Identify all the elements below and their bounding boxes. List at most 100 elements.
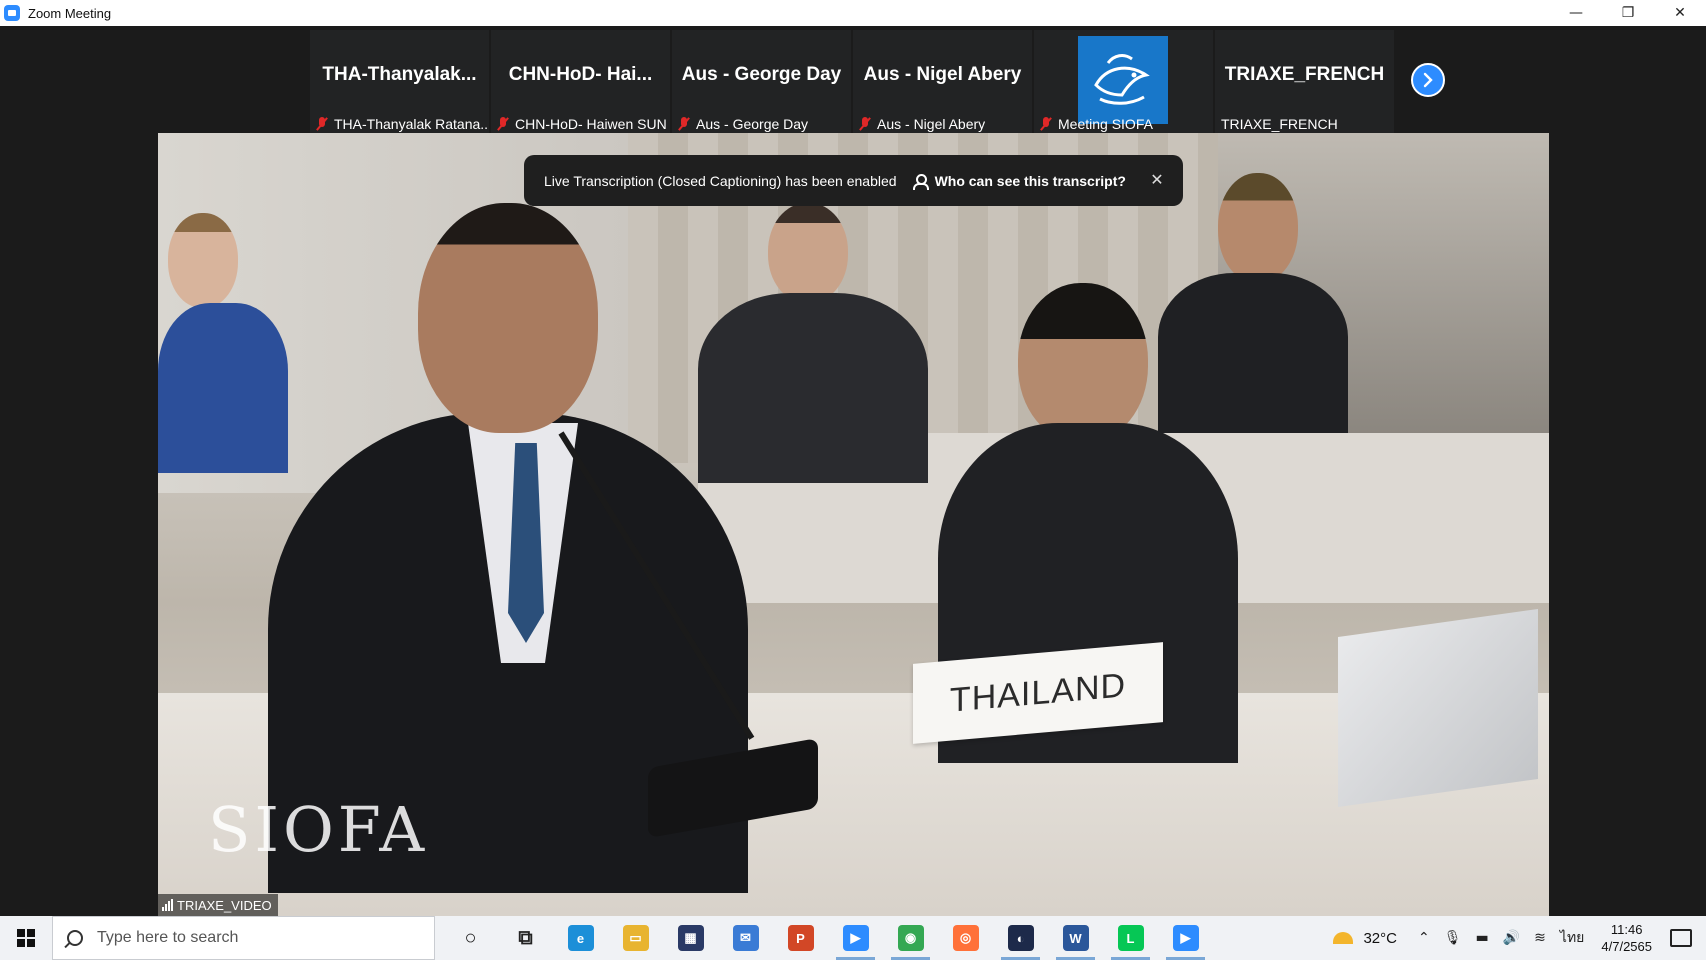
participant-tile[interactable]: TRIAXE_FRENCH TRIAXE_FRENCH <box>1215 30 1394 134</box>
volume-icon[interactable]: 🔊 <box>1503 930 1520 946</box>
participant-label: Meeting SIOFA <box>1040 116 1153 132</box>
search-placeholder: Type here to search <box>97 929 239 946</box>
mail-taskbar-button[interactable]: ✉ <box>718 916 773 960</box>
task-view-icon: ⧉ <box>518 926 533 949</box>
participant-tile[interactable]: Aus - Nigel Abery Aus - Nigel Abery <box>853 30 1032 134</box>
microphone-icon[interactable]: 🎙 <box>1444 930 1462 946</box>
participant-label: Aus - George Day <box>678 116 808 132</box>
clock-time: 11:46 <box>1610 922 1643 937</box>
edge-icon: e <box>567 925 594 951</box>
transcript-visibility-link-text: Who can see this transcript? <box>934 172 1126 189</box>
cortana-icon: ○ <box>464 926 477 949</box>
title-bar: Zoom Meeting — ❐ ✕ <box>0 0 1706 26</box>
participant-label: Aus - Nigel Abery <box>859 116 985 132</box>
system-tray: 32°C ⌃ 🎙 ▬ 🔊 ≋ ไทย 11:46 4/7/2565 <box>1333 916 1706 960</box>
taskbar-apps: ○ ⧉ e ▭ ▦ ✉ P ▶ ◉ ◎ ◐ W L ▶ <box>443 916 1213 960</box>
video-source-label: TRIAXE_VIDEO <box>158 894 278 916</box>
participant-label-text: Aus - George Day <box>696 116 809 132</box>
toast-message: Live Transcription (Closed Captioning) h… <box>544 172 897 189</box>
muted-mic-icon <box>678 117 690 131</box>
participant-tile[interactable]: THA-Thanyalak... THA-Thanyalak Ratana... <box>310 30 489 134</box>
wifi-icon[interactable]: ≋ <box>1534 930 1546 946</box>
search-icon <box>67 930 83 946</box>
file-explorer-taskbar-button[interactable]: ▭ <box>608 916 663 960</box>
chrome-icon: ◉ <box>897 925 924 951</box>
signal-strength-icon <box>162 899 173 911</box>
next-page-button[interactable] <box>1411 63 1445 97</box>
chevron-up-icon[interactable]: ⌃ <box>1418 930 1430 946</box>
participant-tile[interactable]: Aus - George Day Aus - George Day <box>672 30 851 134</box>
siofa-logo <box>1078 36 1168 124</box>
temperature: 32°C <box>1363 929 1397 947</box>
window-title: Zoom Meeting <box>28 5 112 21</box>
participant-label-text: CHN-HoD- Haiwen SUN <box>515 116 667 132</box>
weather-widget[interactable]: 32°C <box>1333 930 1397 947</box>
transcription-toast: Live Transcription (Closed Captioning) h… <box>524 155 1183 206</box>
restore-button[interactable]: ❐ <box>1602 0 1654 26</box>
video-source-label-text: TRIAXE_VIDEO <box>177 897 272 913</box>
active-speaker-video[interactable]: THAILAND SIOFA TRIAXE_VIDEO <box>158 133 1549 916</box>
participant-label-text: THA-Thanyalak Ratana... <box>334 116 488 132</box>
word-icon: W <box>1062 925 1089 951</box>
toast-close-button[interactable]: ✕ <box>1147 170 1167 190</box>
video-laptop <box>1338 608 1538 808</box>
task-view-taskbar-button[interactable]: ⧉ <box>498 916 553 960</box>
taskbar-search[interactable]: Type here to search <box>52 916 435 960</box>
word-taskbar-button[interactable]: W <box>1048 916 1103 960</box>
file-explorer-icon: ▭ <box>622 925 649 951</box>
store-taskbar-button[interactable]: ▦ <box>663 916 718 960</box>
participant-label-text: Meeting SIOFA <box>1058 116 1153 132</box>
muted-mic-icon <box>859 117 871 131</box>
edge-taskbar-button[interactable]: e <box>553 916 608 960</box>
line-icon: L <box>1117 925 1144 951</box>
webex-icon: ◐ <box>1007 925 1034 951</box>
participant-tile[interactable]: CHN-HoD- Hai... CHN-HoD- Haiwen SUN <box>491 30 670 134</box>
cortana-taskbar-button[interactable]: ○ <box>443 916 498 960</box>
muted-mic-icon <box>1040 117 1052 131</box>
participant-display-name: THA-Thanyalak... <box>322 64 477 85</box>
store-icon: ▦ <box>677 925 704 951</box>
siofa-fish-icon <box>1094 54 1150 105</box>
minimize-button[interactable]: — <box>1550 0 1602 26</box>
close-button[interactable]: ✕ <box>1654 0 1706 26</box>
windows-logo-icon <box>17 929 35 947</box>
chevron-right-icon <box>1423 72 1433 88</box>
zoom-meeting-icon: ▶ <box>1172 925 1199 951</box>
participant-strip: THA-Thanyalak... THA-Thanyalak Ratana...… <box>310 30 1394 134</box>
participant-label-text: TRIAXE_FRENCH <box>1221 116 1338 132</box>
powerpoint-icon: P <box>787 925 814 951</box>
clock-date: 4/7/2565 <box>1601 939 1652 954</box>
participant-display-name: Aus - George Day <box>681 64 842 85</box>
siofa-watermark: SIOFA <box>208 793 429 866</box>
participant-display-name: TRIAXE_FRENCH <box>1224 64 1385 85</box>
window-controls: — ❐ ✕ <box>1550 0 1706 26</box>
language-indicator[interactable]: ไทย <box>1560 927 1584 949</box>
participant-label: TRIAXE_FRENCH <box>1221 116 1338 132</box>
start-button[interactable] <box>0 916 52 960</box>
powerpoint-taskbar-button[interactable]: P <box>773 916 828 960</box>
zoom-meeting-taskbar-button[interactable]: ▶ <box>1158 916 1213 960</box>
weather-sun-icon <box>1333 932 1354 944</box>
chrome-taskbar-button[interactable]: ◉ <box>883 916 938 960</box>
participant-label-text: Aus - Nigel Abery <box>877 116 986 132</box>
muted-mic-icon <box>497 117 509 131</box>
transcript-visibility-link[interactable]: Who can see this transcript? <box>912 172 1126 190</box>
firefox-taskbar-button[interactable]: ◎ <box>938 916 993 960</box>
notifications-icon[interactable] <box>1670 929 1692 947</box>
zoom-taskbar-button[interactable]: ▶ <box>828 916 883 960</box>
firefox-icon: ◎ <box>952 925 979 951</box>
line-taskbar-button[interactable]: L <box>1103 916 1158 960</box>
webex-taskbar-button[interactable]: ◐ <box>993 916 1048 960</box>
clock[interactable]: 11:46 4/7/2565 <box>1601 921 1652 955</box>
zoom-icon: ▶ <box>842 925 869 951</box>
meeting-area: THA-Thanyalak... THA-Thanyalak Ratana...… <box>0 26 1706 916</box>
person-icon <box>912 173 929 190</box>
participant-label: THA-Thanyalak Ratana... <box>316 116 488 132</box>
muted-mic-icon <box>316 117 328 131</box>
mail-icon: ✉ <box>732 925 759 951</box>
participant-display-name: CHN-HoD- Hai... <box>508 64 653 85</box>
participant-tile[interactable]: Meeting SIOFA <box>1034 30 1213 134</box>
battery-icon[interactable]: ▬ <box>1476 930 1489 946</box>
participant-label: CHN-HoD- Haiwen SUN <box>497 116 667 132</box>
windows-taskbar: Type here to search ○ ⧉ e ▭ ▦ ✉ P ▶ ◉ ◎ ◐ W L ▶ 32°C … <box>0 916 1706 960</box>
